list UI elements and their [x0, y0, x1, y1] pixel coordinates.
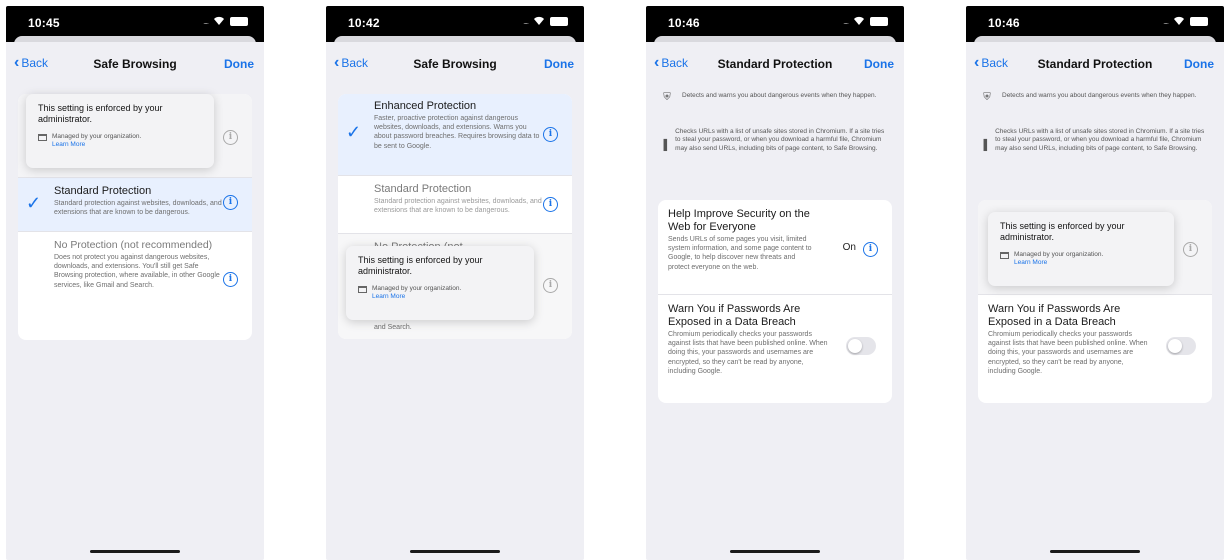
nav-bar: ‹ Back Standard Protection Done [966, 42, 1224, 86]
standard-protection-row[interactable]: ✓ Standard Protection Standard protectio… [18, 178, 252, 232]
intro-item: ⛨ Detects and warns you about dangerous … [980, 92, 1210, 103]
enforced-by-admin-popover: This setting is enforced by your adminis… [346, 246, 534, 320]
wifi-icon [534, 16, 544, 25]
popover-title: This setting is enforced by your adminis… [38, 103, 163, 124]
nav-bar: ‹ Back Standard Protection Done [646, 42, 904, 86]
home-indicator [410, 550, 500, 553]
intro-text: Detects and warns you about dangerous ev… [682, 92, 877, 99]
nav-bar: ‹ Back Safe Browsing Done [326, 42, 584, 86]
info-icon[interactable]: i [543, 127, 558, 142]
option-title: No Protection (not recommended) [54, 239, 213, 251]
shield-icon: ⛨ [663, 92, 671, 103]
building-icon [38, 134, 47, 141]
done-button[interactable]: Done [1184, 57, 1214, 71]
toggle-knob [848, 339, 862, 353]
managed-text: Managed by your organization. [1014, 251, 1104, 258]
home-indicator [90, 550, 180, 553]
battery-icon [1190, 16, 1208, 26]
battery-icon [870, 16, 888, 26]
help-improve-security-row: Help Improve Security on the Web for Eve… [658, 200, 892, 295]
info-icon[interactable]: i [543, 197, 558, 212]
option-description: Standard protection against websites, do… [374, 198, 542, 215]
home-indicator [1050, 550, 1140, 553]
toggle-knob [1168, 339, 1182, 353]
managed-text: Managed by your organization. [52, 133, 142, 140]
option-description: Standard protection against websites, do… [54, 200, 222, 217]
nav-bar: ‹ Back Safe Browsing Done [6, 42, 264, 86]
bar-chart-icon: ▐ [660, 140, 668, 151]
intro-text: Checks URLs with a list of unsafe sites … [675, 128, 885, 152]
learn-more-link[interactable]: Learn More [52, 141, 141, 149]
password-breach-toggle[interactable] [1166, 337, 1196, 355]
learn-more-link[interactable]: Learn More [372, 293, 461, 301]
info-icon[interactable]: i [1183, 242, 1198, 257]
battery-icon [230, 16, 248, 26]
shield-icon: ⛨ [983, 92, 991, 103]
done-button[interactable]: Done [544, 57, 574, 71]
setting-title: Warn You if Passwords Are Exposed in a D… [668, 303, 801, 328]
done-button[interactable]: Done [224, 57, 254, 71]
enforced-by-admin-popover: This setting is enforced by your adminis… [988, 212, 1174, 286]
wifi-icon [1174, 16, 1184, 25]
home-indicator [730, 550, 820, 553]
password-breach-row: Warn You if Passwords Are Exposed in a D… [978, 295, 1212, 403]
option-title: Enhanced Protection [374, 100, 477, 112]
settings-card: Help Improve Security on the Web for Eve… [658, 200, 892, 403]
signal-icon: .... [1163, 16, 1169, 26]
enhanced-protection-row[interactable]: ✓ Enhanced Protection Faster, proactive … [338, 94, 572, 176]
setting-description: Chromium periodically checks your passwo… [668, 331, 828, 375]
standard-protection-row[interactable]: Standard Protection Standard protection … [338, 176, 572, 234]
enforced-by-admin-popover: This setting is enforced by your adminis… [26, 94, 214, 168]
popover-title: This setting is enforced by your adminis… [1000, 221, 1125, 242]
info-icon[interactable]: i [223, 195, 238, 210]
status-time: 10:45 [28, 16, 60, 30]
status-time: 10:42 [348, 16, 380, 30]
option-description: Does not protect you against dangerous w… [54, 254, 220, 289]
intro-text: Checks URLs with a list of unsafe sites … [995, 128, 1205, 152]
password-breach-toggle[interactable] [846, 337, 876, 355]
managed-text: Managed by your organization. [372, 285, 462, 292]
info-icon[interactable]: i [543, 278, 558, 293]
intro-item: ▐ Checks URLs with a list of unsafe site… [980, 128, 1210, 153]
setting-title: Help Improve Security on the Web for Eve… [668, 208, 810, 233]
building-icon [1000, 252, 1009, 259]
setting-description: Chromium periodically checks your passwo… [988, 331, 1148, 375]
info-icon[interactable]: i [223, 130, 238, 145]
intro-item: ▐ Checks URLs with a list of unsafe site… [660, 128, 890, 153]
phone-screen-4: 10:46 .... ‹ Back Standard Protection Don… [966, 6, 1224, 560]
checkmark-icon: ✓ [26, 193, 42, 213]
option-title: Standard Protection [54, 185, 152, 197]
intro-item: ⛨ Detects and warns you about dangerous … [660, 92, 890, 103]
phone-screen-1: 10:45 .... ‹ Back Safe Browsing Done i ✓ … [6, 6, 264, 560]
popover-title: This setting is enforced by your adminis… [358, 255, 483, 276]
setting-title: Warn You if Passwords Are Exposed in a D… [988, 303, 1121, 328]
option-description: and Search. [374, 324, 412, 331]
checkmark-icon: ✓ [346, 122, 362, 142]
signal-icon: .... [843, 16, 849, 26]
password-breach-row: Warn You if Passwords Are Exposed in a D… [658, 295, 892, 403]
status-time: 10:46 [988, 16, 1020, 30]
signal-icon: .... [523, 16, 529, 26]
option-description: Faster, proactive protection against dan… [374, 115, 540, 150]
bar-chart-icon: ▐ [980, 140, 988, 151]
setting-state: On [842, 242, 856, 253]
building-icon [358, 286, 367, 293]
status-time: 10:46 [668, 16, 700, 30]
phone-screen-3: 10:46 .... ‹ Back Standard Protection Don… [646, 6, 904, 560]
learn-more-link[interactable]: Learn More [1014, 259, 1103, 267]
option-title: Standard Protection [374, 183, 472, 195]
done-button[interactable]: Done [864, 57, 894, 71]
wifi-icon [854, 16, 864, 25]
info-icon[interactable]: i [223, 272, 238, 287]
setting-description: Sends URLs of some pages you visit, limi… [668, 236, 812, 271]
info-icon[interactable]: i [863, 242, 878, 257]
intro-text: Detects and warns you about dangerous ev… [1002, 92, 1197, 99]
battery-icon [550, 16, 568, 26]
wifi-icon [214, 16, 224, 25]
phone-screen-2: 10:42 .... ‹ Back Safe Browsing Done ✓ En… [326, 6, 584, 560]
signal-icon: .... [203, 16, 209, 26]
no-protection-row[interactable]: No Protection (not recommended) Does not… [18, 232, 252, 340]
